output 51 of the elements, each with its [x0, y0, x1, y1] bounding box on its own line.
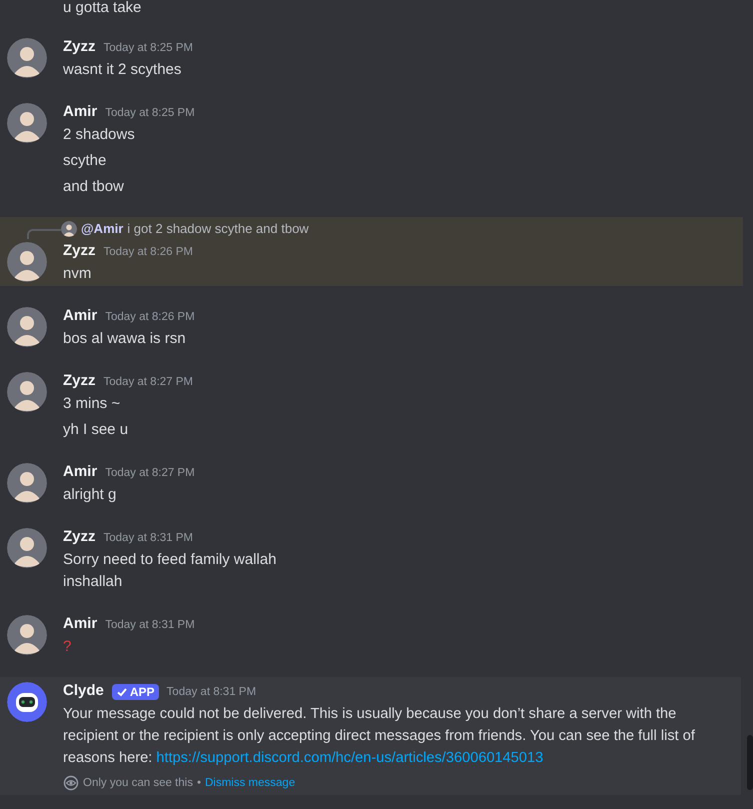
timestamp: Today at 8:26 PM [105, 310, 195, 325]
message-text: nvm [63, 264, 92, 284]
emoji: ? [63, 637, 72, 657]
app-badge: APP [112, 684, 159, 700]
avatar[interactable] [7, 463, 47, 503]
avatar[interactable] [7, 103, 47, 143]
username[interactable]: Amir [63, 101, 98, 123]
username[interactable]: Amir [63, 461, 98, 483]
username[interactable]: Zyzz [63, 36, 96, 58]
message-text: bos al wawa is rsn [63, 329, 187, 349]
avatar[interactable] [7, 307, 47, 347]
avatar[interactable] [7, 682, 47, 722]
timestamp: Today at 8:31 PM [105, 618, 195, 633]
message-text: 3 mins ~ [63, 394, 122, 414]
timestamp: Today at 8:31 PM [166, 685, 256, 700]
message-text: Sorry need to feed family wallah inshallah [63, 550, 278, 592]
timestamp: Today at 8:25 PM [104, 41, 194, 56]
avatar[interactable] [7, 528, 47, 568]
reply-preview[interactable]: i got 2 shadow scythe and tbow [127, 218, 309, 240]
avatar[interactable] [7, 372, 47, 412]
username[interactable]: Amir [63, 305, 98, 327]
message-text: u gotta take [62, 0, 142, 17]
avatar[interactable] [7, 38, 47, 78]
reply-connector [27, 229, 61, 239]
timestamp: Today at 8:31 PM [104, 531, 194, 546]
avatar[interactable] [7, 615, 47, 655]
username[interactable]: Zyzz [63, 526, 96, 548]
username[interactable]: Amir [63, 613, 98, 635]
timestamp: Today at 8:27 PM [104, 375, 194, 390]
avatar[interactable] [7, 242, 47, 282]
message-text: and tbow [63, 177, 125, 197]
separator: • [196, 776, 201, 791]
eye-icon [63, 775, 79, 791]
message-text: 2 shadows [63, 125, 136, 145]
message-text: yh I see u [63, 420, 130, 440]
scrollbar-thumb[interactable] [747, 735, 753, 790]
notice-text: Only you can see this [83, 776, 193, 791]
message-text: alright g [63, 485, 118, 505]
username[interactable]: Zyzz [63, 240, 96, 262]
timestamp: Today at 8:26 PM [104, 245, 194, 260]
avatar[interactable] [61, 221, 77, 237]
message-text: Your message could not be delivered. This is usually because you don’t share a server with the recipient or the recipient is only accepting direct messages from friends. You can see the full list of reasons here: https://support.discord.com/hc/en-us/articles/360060145013 [63, 705, 696, 768]
message-text: wasnt it 2 scythes [63, 60, 182, 80]
dismiss-link[interactable]: Dismiss message [204, 773, 296, 793]
reply-mention[interactable]: @Amir [81, 218, 124, 240]
link[interactable]: https://support.discord.com/hc/en-us/articles/360060145013 [156, 750, 544, 766]
username[interactable]: Zyzz [63, 370, 96, 392]
message-text: scythe [63, 151, 108, 171]
timestamp: Today at 8:25 PM [105, 106, 195, 121]
username[interactable]: Clyde [63, 680, 104, 702]
timestamp: Today at 8:27 PM [105, 466, 195, 481]
